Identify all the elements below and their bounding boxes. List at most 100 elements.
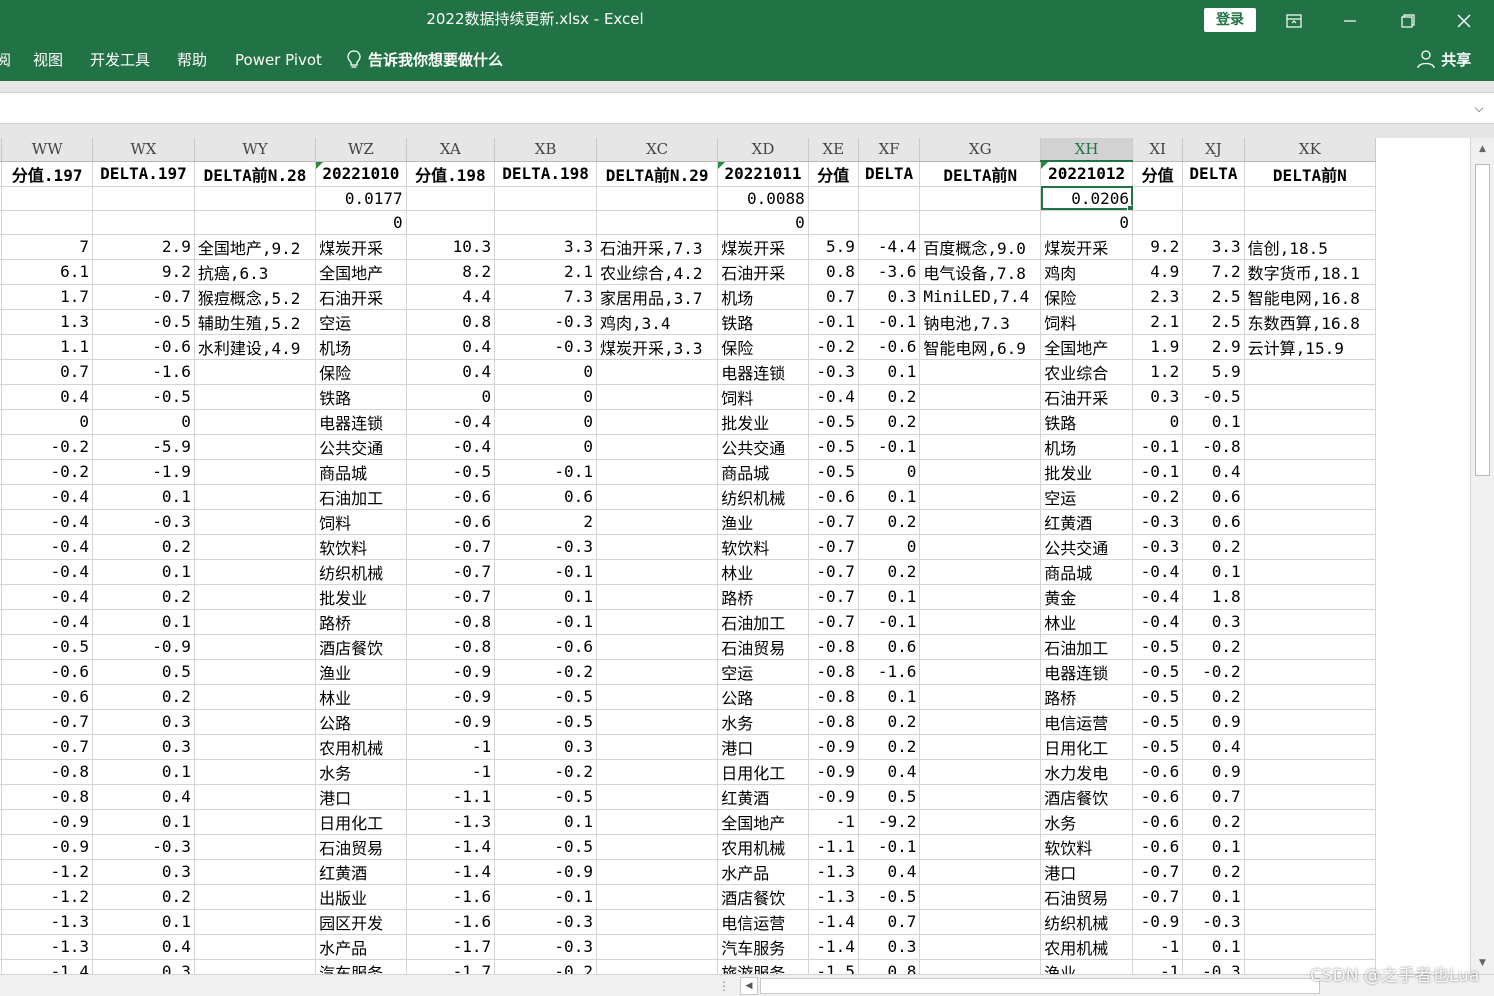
cell[interactable]: 0.4 bbox=[1182, 459, 1245, 485]
cell[interactable]: 纺织机械 bbox=[717, 484, 809, 510]
cell[interactable]: 2.3 bbox=[1132, 284, 1184, 310]
cell[interactable] bbox=[919, 909, 1042, 935]
cell[interactable]: -0.3 bbox=[1182, 909, 1245, 935]
cell[interactable] bbox=[596, 584, 719, 610]
cell[interactable]: 饲料 bbox=[717, 384, 809, 410]
cell[interactable] bbox=[194, 484, 317, 510]
column-header-wz[interactable]: WZ bbox=[315, 138, 407, 162]
cell[interactable] bbox=[596, 934, 719, 960]
cell[interactable] bbox=[919, 459, 1042, 485]
cell[interactable]: 0.9 bbox=[1182, 759, 1245, 785]
cell[interactable]: 0.2 bbox=[858, 409, 921, 435]
cell[interactable]: 水务 bbox=[1040, 809, 1134, 835]
cell[interactable] bbox=[92, 210, 195, 235]
cell[interactable]: 0.3 bbox=[1182, 609, 1245, 635]
cell[interactable]: 商品城 bbox=[315, 459, 407, 485]
cell[interactable]: 0.6 bbox=[1182, 484, 1245, 510]
cell[interactable] bbox=[919, 834, 1042, 860]
cell[interactable] bbox=[596, 634, 719, 660]
cell[interactable]: 公共交通 bbox=[315, 434, 407, 460]
cell[interactable] bbox=[1244, 709, 1377, 735]
cell[interactable]: 0.3 bbox=[1132, 384, 1184, 410]
cell[interactable]: 铁路 bbox=[717, 309, 809, 335]
cell[interactable] bbox=[1244, 784, 1377, 810]
cell[interactable]: 0.8 bbox=[858, 959, 921, 974]
cell[interactable]: 港口 bbox=[1040, 859, 1134, 885]
cell[interactable]: 水产品 bbox=[315, 934, 407, 960]
cell[interactable] bbox=[1, 186, 94, 211]
cell[interactable]: 0.3 bbox=[92, 859, 195, 885]
cell[interactable]: 0.2 bbox=[1182, 859, 1245, 885]
cell[interactable]: 机场 bbox=[717, 284, 809, 310]
cell[interactable]: 水力发电 bbox=[1040, 759, 1134, 785]
column-header-wx[interactable]: WX bbox=[92, 138, 195, 162]
cell[interactable]: 2.5 bbox=[1182, 309, 1245, 335]
cell[interactable]: -0.4 bbox=[1132, 584, 1184, 610]
cell[interactable]: -0.3 bbox=[1132, 534, 1184, 560]
column-header-ww[interactable]: WW bbox=[1, 138, 94, 162]
cell[interactable]: 1.9 bbox=[1132, 334, 1184, 360]
cell[interactable]: -0.5 bbox=[406, 459, 496, 485]
cell[interactable]: -0.9 bbox=[494, 859, 597, 885]
formula-bar[interactable]: ⌵ bbox=[0, 92, 1494, 124]
cell[interactable]: 电气设备,7.8 bbox=[919, 259, 1042, 285]
cell[interactable] bbox=[919, 709, 1042, 735]
cell[interactable] bbox=[1244, 484, 1377, 510]
cell[interactable]: 0.1 bbox=[1182, 934, 1245, 960]
cell[interactable]: -0.4 bbox=[1132, 559, 1184, 585]
cell[interactable] bbox=[858, 186, 921, 211]
cell[interactable]: 电器连锁 bbox=[717, 359, 809, 385]
cell[interactable]: 0.3 bbox=[494, 734, 597, 760]
cell[interactable]: -1.2 bbox=[1, 884, 94, 910]
cell[interactable]: -1.3 bbox=[808, 859, 859, 885]
tab-power-pivot[interactable]: Power Pivot bbox=[235, 40, 322, 81]
cell[interactable]: 园区开发 bbox=[315, 909, 407, 935]
cell[interactable]: 1.2 bbox=[1132, 359, 1184, 385]
cell[interactable]: 7.3 bbox=[494, 284, 597, 310]
cell[interactable]: 0 bbox=[315, 210, 407, 235]
cell[interactable]: 0.1 bbox=[1182, 559, 1245, 585]
cell[interactable]: 2.9 bbox=[1182, 334, 1245, 360]
cell[interactable]: 红黄酒 bbox=[1040, 509, 1134, 535]
cell[interactable]: -0.6 bbox=[1, 684, 94, 710]
cell[interactable]: -0.8 bbox=[808, 684, 859, 710]
cell[interactable]: 林业 bbox=[717, 559, 809, 585]
cell[interactable]: 0.2 bbox=[858, 509, 921, 535]
cell[interactable]: 林业 bbox=[1040, 609, 1134, 635]
cell[interactable]: 0.7 bbox=[1182, 784, 1245, 810]
cell[interactable]: -0.5 bbox=[808, 459, 859, 485]
cell[interactable]: -1 bbox=[406, 734, 496, 760]
cell[interactable]: 东数西算,16.8 bbox=[1244, 309, 1377, 335]
cell[interactable]: 红黄酒 bbox=[717, 784, 809, 810]
cell[interactable]: 商品城 bbox=[717, 459, 809, 485]
cell[interactable]: 0.1 bbox=[92, 609, 195, 635]
cell[interactable]: 批发业 bbox=[1040, 459, 1134, 485]
cell[interactable]: 农业综合,4.2 bbox=[596, 259, 719, 285]
cell[interactable] bbox=[194, 684, 317, 710]
cell[interactable]: 抗癌,6.3 bbox=[194, 259, 317, 285]
cell[interactable]: 石油加工 bbox=[717, 609, 809, 635]
cell[interactable]: -0.7 bbox=[808, 509, 859, 535]
cell[interactable]: 0 bbox=[406, 384, 496, 410]
header-cell[interactable]: DELTA bbox=[858, 161, 921, 187]
cell[interactable] bbox=[919, 359, 1042, 385]
cell[interactable] bbox=[596, 734, 719, 760]
cell[interactable]: -1.3 bbox=[1, 934, 94, 960]
cell[interactable]: 保险 bbox=[1040, 284, 1134, 310]
vertical-scroll-thumb[interactable] bbox=[1475, 164, 1490, 476]
cell[interactable]: -1.6 bbox=[406, 909, 496, 935]
cell[interactable]: 0.4 bbox=[858, 759, 921, 785]
cell[interactable]: 2.9 bbox=[92, 234, 195, 260]
cell[interactable]: -0.4 bbox=[1, 559, 94, 585]
cell[interactable]: 0.2 bbox=[1182, 809, 1245, 835]
cell[interactable]: -0.2 bbox=[494, 759, 597, 785]
header-cell[interactable]: 20221010 bbox=[315, 161, 407, 187]
cell[interactable] bbox=[919, 609, 1042, 635]
cell[interactable] bbox=[494, 210, 597, 235]
cell[interactable] bbox=[596, 884, 719, 910]
cell[interactable]: -1.7 bbox=[406, 934, 496, 960]
cell[interactable]: -0.1 bbox=[858, 609, 921, 635]
cell[interactable]: -0.1 bbox=[1132, 434, 1184, 460]
cell[interactable]: 空运 bbox=[717, 659, 809, 685]
cell[interactable]: 0.3 bbox=[858, 284, 921, 310]
